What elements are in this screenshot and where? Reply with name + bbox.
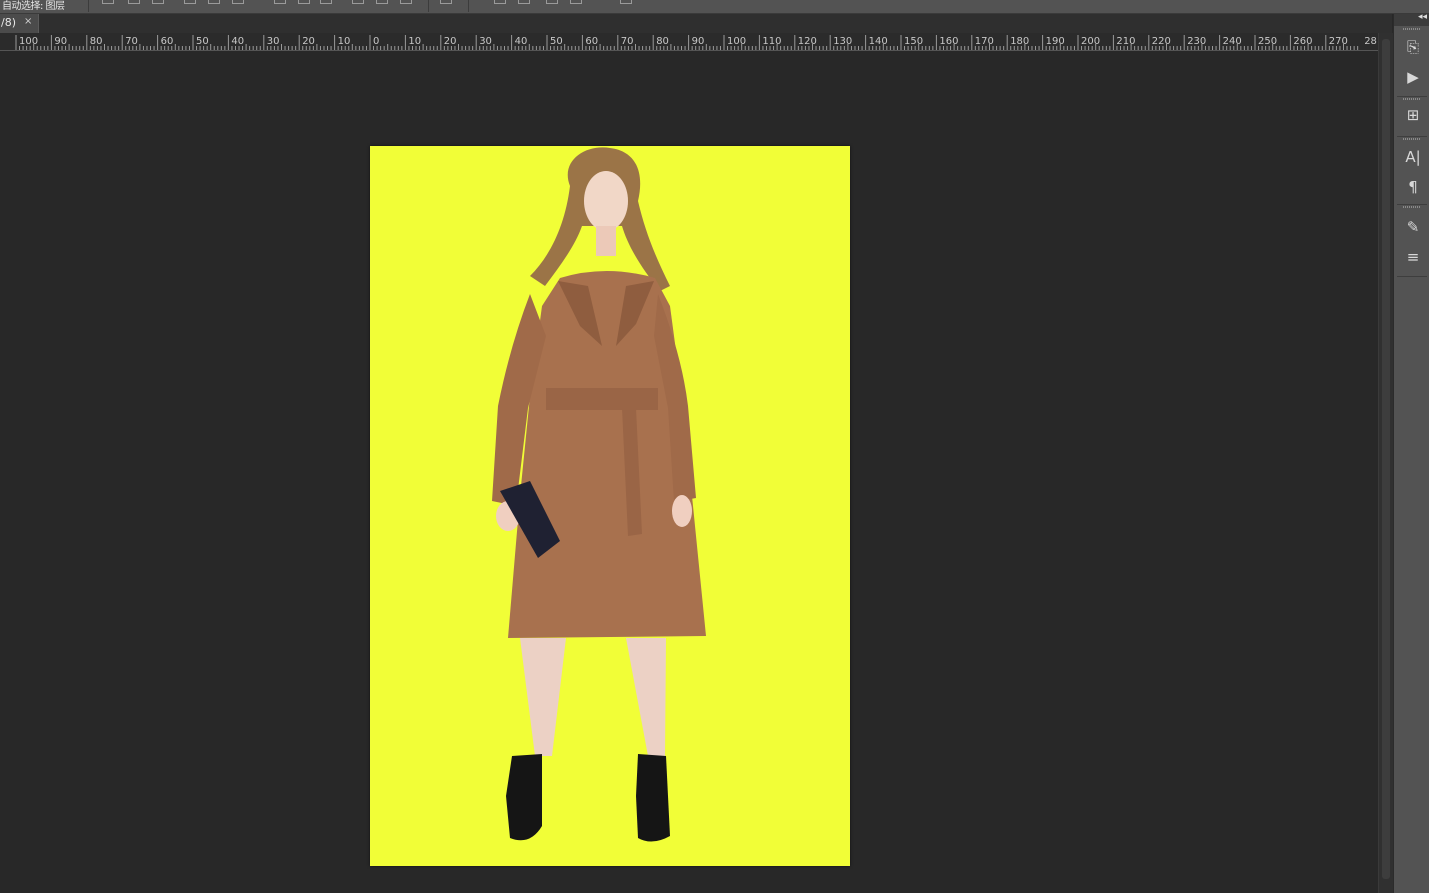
ruler-label: 260 [1293,36,1312,47]
ruler-label: 90 [54,36,67,47]
scrollbar-thumb[interactable] [1382,39,1390,879]
ruler-label: 230 [1187,36,1206,47]
align-vcenter-icon[interactable] [128,0,140,4]
ruler-label: 150 [904,36,923,47]
options-separator [428,0,429,12]
ruler-label: 160 [939,36,958,47]
ruler-label: 10 [338,36,351,47]
ruler-label: 0 [373,36,379,47]
ruler-label: 28 [1364,36,1377,47]
distribute-left-icon[interactable] [352,0,364,4]
ruler-label: 210 [1116,36,1135,47]
ruler-label: 170 [975,36,994,47]
ruler-label: 30 [479,36,492,47]
align-hcenter-icon[interactable] [208,0,220,4]
right-boot [636,754,670,842]
close-tab-icon[interactable]: × [24,16,32,27]
canvas-area[interactable] [0,51,1378,893]
distribute-vcenter-icon[interactable] [298,0,310,4]
ruler-label: 70 [621,36,634,47]
ruler-label: 70 [125,36,138,47]
face [584,171,628,231]
ruler-label: 30 [267,36,280,47]
panel-group-grip[interactable] [1403,206,1421,208]
panel-group-grip[interactable] [1403,98,1421,100]
distribute-top-icon[interactable] [274,0,286,4]
ruler-label: 240 [1223,36,1242,47]
ruler-label: 110 [762,36,781,47]
options-bar: 自动选择: 图层 [0,0,1429,14]
ruler-label: 220 [1152,36,1171,47]
panel-group-separator [1397,96,1427,97]
ruler-label: 140 [869,36,888,47]
3d-roll-icon[interactable] [518,0,530,4]
auto-align-icon[interactable] [440,0,452,4]
3d-pan-icon[interactable] [546,0,558,4]
ruler-label: 270 [1329,36,1348,47]
ruler-label: 90 [692,36,705,47]
3d-scale-icon[interactable] [620,0,632,4]
options-separator [88,0,89,12]
ruler-label: 10 [408,36,421,47]
ruler-label: 60 [585,36,598,47]
panel-group-grip[interactable] [1403,28,1421,30]
align-top-icon[interactable] [102,0,114,4]
document-tab-title: /8) [1,16,16,29]
ruler-label: 250 [1258,36,1277,47]
ruler-label: 20 [444,36,457,47]
align-bottom-icon[interactable] [152,0,164,4]
align-right-icon[interactable] [232,0,244,4]
document-image[interactable] [370,146,850,866]
paragraph-panel-icon[interactable]: ¶ [1402,176,1424,198]
ruler-label: 200 [1081,36,1100,47]
distribute-hcenter-icon[interactable] [376,0,388,4]
model-photo [492,147,706,842]
character-panel-icon[interactable]: A| [1402,146,1424,168]
ruler-label: 40 [515,36,528,47]
ruler-label: 20 [302,36,315,47]
right-hand [672,495,692,527]
align-left-icon[interactable] [184,0,196,4]
3d-rotate-icon[interactable] [494,0,506,4]
panel-group-separator [1397,276,1427,277]
neck [596,226,616,256]
ruler-label: 100 [19,36,38,47]
distribute-right-icon[interactable] [400,0,412,4]
vertical-scrollbar[interactable] [1378,33,1394,893]
brush-presets-panel-icon[interactable]: ✎ [1402,216,1424,238]
ruler-label: 80 [90,36,103,47]
distribute-bottom-icon[interactable] [320,0,332,4]
left-leg [520,638,566,756]
horizontal-ruler[interactable]: 100 90 80 70 60 50 40 30 20 10 0 10 20 30 40 50 60 70 80 90… [0,33,1378,51]
properties-panel-icon[interactable]: ⊞ [1402,104,1424,126]
ruler-label: 50 [550,36,563,47]
ruler-label: 100 [727,36,746,47]
ruler-label: 120 [798,36,817,47]
history-panel-icon[interactable]: ⎘ [1402,36,1424,58]
left-boot [506,754,542,841]
brush-settings-panel-icon[interactable]: ≡ [1402,246,1424,268]
panel-group-separator [1397,204,1427,205]
ruler-label: 80 [656,36,669,47]
document-tab-bar: /8) × [0,14,1392,33]
ruler-label: 130 [833,36,852,47]
panel-group-grip[interactable] [1403,138,1421,140]
document-tab[interactable]: /8) × [0,14,39,33]
actions-panel-icon[interactable]: ▶ [1402,66,1424,88]
options-separator [468,0,469,12]
coat-belt [546,388,658,410]
ruler-label: 40 [231,36,244,47]
dock-header: ◂◂ [1394,12,1429,26]
panel-group-separator [1397,136,1427,137]
ruler-label: 60 [161,36,174,47]
auto-select-label[interactable]: 自动选择: 图层 [2,0,65,12]
ruler-label: 180 [1010,36,1029,47]
3d-slide-icon[interactable] [570,0,582,4]
ruler-label: 190 [1046,36,1065,47]
panel-dock: ◂◂ ⎘ ▶ ⊞ A| ¶ ✎ ≡ [1393,12,1429,893]
ruler-label: 50 [196,36,209,47]
collapse-panels-icon[interactable]: ◂◂ [1418,12,1427,22]
right-leg [626,638,666,756]
ruler-ticks: 100 90 80 70 60 50 40 30 20 10 0 10 20 30 40 50 60 70 80 90… [15,35,1377,50]
